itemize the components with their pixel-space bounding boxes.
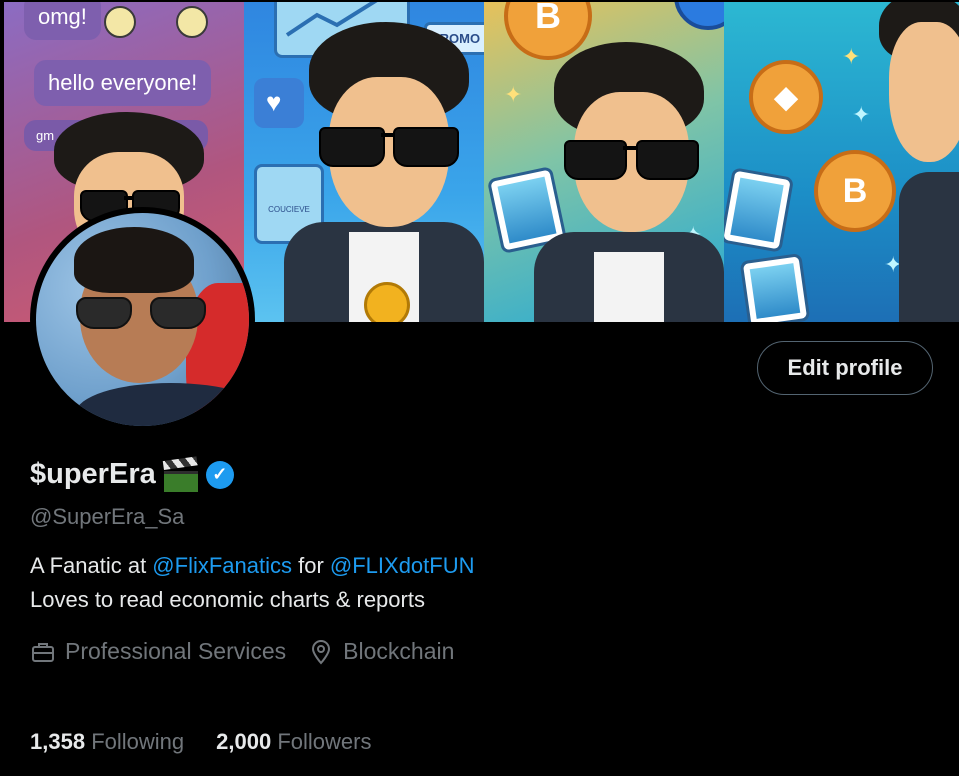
following-link[interactable]: 1,358 Following — [30, 729, 184, 755]
profile-stats: 1,358 Following 2,000 Followers — [30, 729, 403, 755]
banner-panel-coins: ◆ B ✦ ✦ ✦ — [724, 2, 959, 322]
banner-panel-promo: PROMO ♥ COUCIEVE — [244, 2, 484, 322]
briefcase-icon — [32, 642, 54, 662]
category-text: Professional Services — [65, 638, 287, 664]
following-label: Following — [91, 729, 185, 754]
cartoon-character — [534, 42, 724, 322]
meta-location: Blockchain — [308, 638, 454, 665]
bio-text: for — [292, 553, 330, 578]
followers-link[interactable]: 2,000 Followers — [216, 729, 371, 755]
token-coin-icon — [674, 2, 724, 30]
mention-link-flixfanatics[interactable]: @FlixFanatics — [152, 553, 292, 578]
clapper-board-icon — [162, 455, 198, 492]
sparkle-icon: ✦ — [852, 102, 871, 127]
gold-medal-icon — [364, 282, 410, 322]
smiley-icon — [104, 6, 136, 38]
smiley-icon — [176, 6, 208, 38]
sparkle-icon: ✦ — [504, 82, 523, 107]
chat-bubble-text: hello everyone! — [48, 70, 198, 95]
photo-card-icon — [724, 167, 795, 253]
profile-meta: Professional Services Blockchain — [30, 638, 476, 665]
display-name: $uperEra — [30, 458, 156, 490]
banner-panel-crypto: B ✦ ✦ — [484, 2, 724, 322]
avatar[interactable] — [36, 213, 249, 426]
profile-name-row: $uperEra ✓ — [30, 455, 234, 492]
bio-line-2: Loves to read economic charts & reports — [30, 587, 425, 612]
profile-handle: @SuperEra_Sa — [30, 504, 185, 529]
location-pin-icon — [312, 639, 331, 665]
sparkle-icon: ✦ — [842, 44, 861, 69]
bio-line-1: A Fanatic at @FlixFanatics for @FLIXdotF… — [30, 553, 475, 579]
verified-badge-icon[interactable]: ✓ — [205, 460, 234, 489]
followers-label: Followers — [277, 729, 372, 754]
mention-link-flixdotfun[interactable]: @FLIXdotFUN — [330, 553, 475, 578]
coin-symbol: B — [842, 171, 868, 210]
heart-icon: ♥ — [266, 87, 282, 117]
edit-profile-button[interactable]: Edit profile — [757, 341, 933, 395]
ethereum-coin-icon: ◆ — [749, 60, 823, 134]
coin-symbol: B — [535, 2, 561, 36]
following-count: 1,358 — [30, 729, 86, 754]
chat-bubble-hello: hello everyone! — [34, 60, 212, 106]
followers-count: 2,000 — [216, 729, 272, 754]
chat-bubble-omg: omg! — [24, 2, 101, 40]
avatar-jacket — [76, 383, 249, 426]
cartoon-character-main — [284, 22, 484, 322]
photo-card-icon — [739, 253, 811, 322]
cartoon-character-side — [879, 2, 959, 322]
avatar-hair — [74, 227, 194, 293]
meta-category: Professional Services — [30, 638, 286, 665]
chat-bubble-text: omg! — [38, 4, 87, 29]
avatar-sunglasses — [76, 297, 206, 329]
bio-text: A Fanatic at — [30, 553, 153, 578]
location-text: Blockchain — [343, 638, 455, 664]
